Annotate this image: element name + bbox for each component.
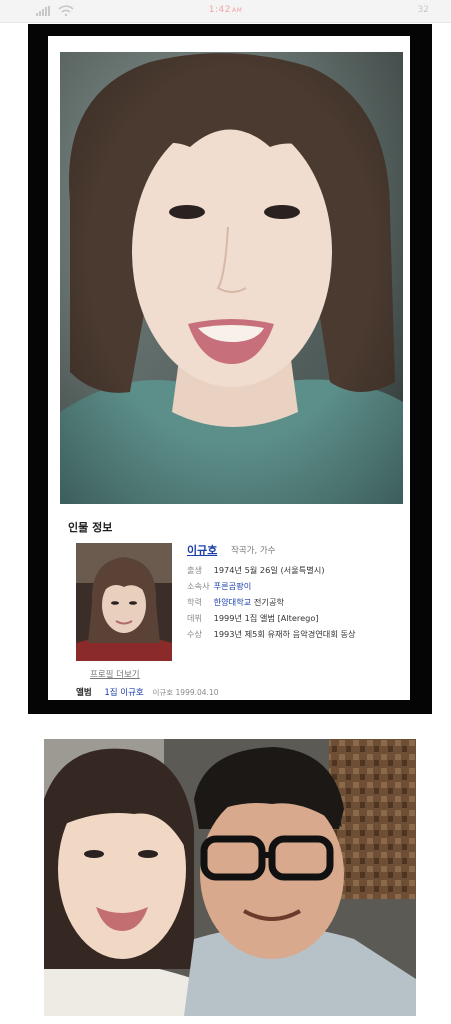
detail-row-birth: 출생 1974년 5월 26일 (서울특별시): [187, 564, 356, 580]
album-row: 앨범 1집 이규호 이규호 1999.04.10: [76, 686, 218, 698]
album-label: 앨범: [76, 688, 92, 698]
detail-key: 데뷔: [187, 613, 203, 623]
status-bar: 1:42AM 32: [0, 0, 451, 23]
profile-details: 출생 1974년 5월 26일 (서울특별시) 소속사 푸른곰팡이 학력 한양대…: [187, 564, 356, 644]
detail-key: 출생: [187, 565, 203, 575]
status-time: 1:42AM: [208, 5, 243, 15]
detail-row-award: 수상 1993년 제5회 유재하 음악경연대회 동상: [187, 628, 356, 644]
school-link[interactable]: 한양대학교: [214, 597, 252, 607]
detail-value: 1993년 제5회 유재하 음악경연대회 동상: [213, 629, 356, 639]
profile-thumbnail[interactable]: [76, 543, 172, 661]
detail-value: 전기공학: [253, 597, 285, 607]
section-title: 인물 정보: [68, 521, 113, 534]
person-role: 작곡가, 가수: [231, 546, 276, 556]
album-link[interactable]: 1집 이규호: [104, 688, 143, 698]
person-name-link[interactable]: 이규호: [187, 542, 217, 558]
detail-key: 수상: [187, 629, 203, 639]
profile-more-link[interactable]: 프로필 더보기: [90, 668, 140, 680]
detail-key: 학력: [187, 597, 203, 607]
detail-value: 1999년 1집 앨범 [Alterego]: [213, 613, 319, 623]
battery-level: 32: [417, 5, 429, 15]
agency-link[interactable]: 푸른곰팡이: [214, 581, 252, 591]
screenshot-frame: 인물 정보 프로필 더보기 이규호 작곡가, 가수 출생 1974년 5월 26…: [28, 24, 432, 714]
search-result-card: 인물 정보 프로필 더보기 이규호 작곡가, 가수 출생 1974년 5월 26…: [48, 36, 410, 700]
selfie-photo: [60, 52, 403, 504]
detail-row-agency: 소속사 푸른곰팡이: [187, 580, 356, 596]
album-sub: 이규호 1999.04.10: [152, 688, 219, 697]
couple-photo: [44, 739, 416, 1016]
detail-value: 1974년 5월 26일 (서울특별시): [213, 565, 325, 575]
detail-row-debut: 데뷔 1999년 1집 앨범 [Alterego]: [187, 612, 356, 628]
detail-row-education: 학력 한양대학교 전기공학: [187, 596, 356, 612]
detail-key: 소속사: [187, 581, 210, 591]
